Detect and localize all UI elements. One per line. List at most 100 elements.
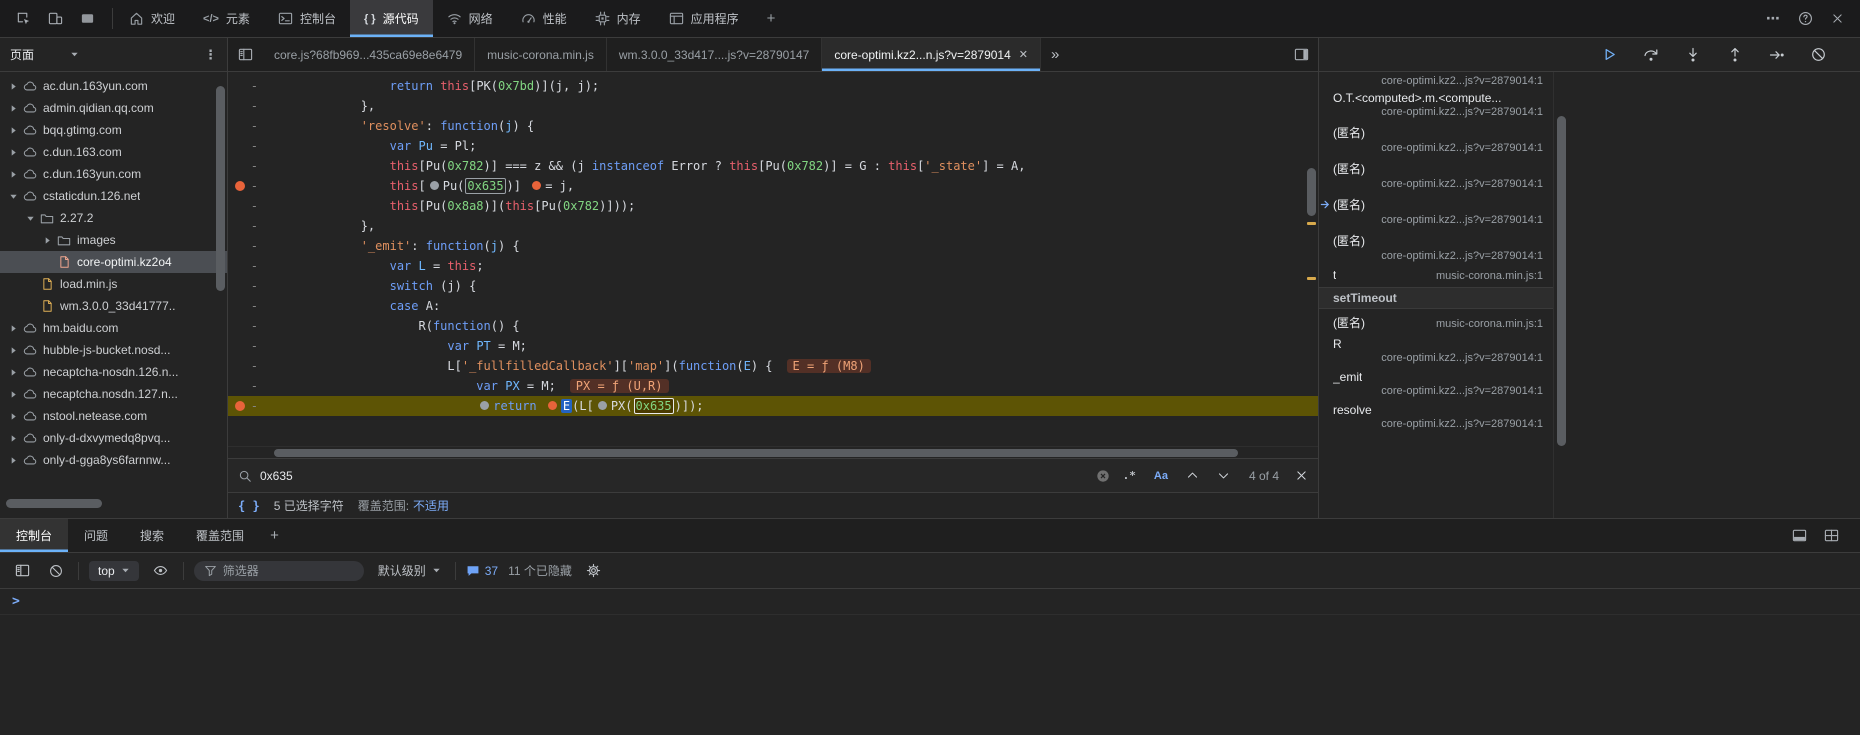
stack-frame[interactable]: O.T.<computed>.m.<compute...core-optimi.…	[1319, 88, 1553, 121]
chevron-right-icon[interactable]	[6, 148, 21, 157]
line-gutter[interactable]: -	[228, 236, 274, 256]
stack-frame[interactable]: (匿名)core-optimi.kz2...js?v=2879014:1	[1319, 157, 1553, 193]
line-gutter[interactable]: -	[228, 316, 274, 336]
editor-horizontal-scrollbar[interactable]	[228, 446, 1318, 458]
code-line[interactable]: - R(function() {	[228, 316, 1318, 336]
devtools-tab-elements[interactable]: </>元素	[189, 0, 264, 37]
tree-item[interactable]: 2.27.2	[0, 207, 227, 229]
javascript-context-selector[interactable]: top	[89, 561, 139, 581]
deactivate-breakpoints-icon[interactable]	[1811, 47, 1826, 62]
devtools-tab-sources[interactable]: { }源代码	[350, 0, 433, 37]
step-into-icon[interactable]	[1685, 47, 1701, 63]
inspect-icon[interactable]	[8, 5, 38, 33]
drawer-tab[interactable]: 问题	[68, 519, 124, 552]
tab-overflow-icon[interactable]: »	[1041, 38, 1069, 71]
tree-item[interactable]: only-d-dxvymedq8pvq...	[0, 427, 227, 449]
devtools-tab-memory[interactable]: 内存	[581, 0, 655, 37]
devtools-tab-network[interactable]: 网络	[433, 0, 507, 37]
code-line[interactable]: - '_emit': function(j) {	[228, 236, 1318, 256]
tree-item[interactable]: bqq.gtimg.com	[0, 119, 227, 141]
chevron-right-icon[interactable]	[6, 390, 21, 399]
tree-item[interactable]: hubble-js-bucket.nosd...	[0, 339, 227, 361]
code-line[interactable]: - },	[228, 96, 1318, 116]
chevron-down-icon[interactable]	[6, 192, 21, 201]
scrollbar-thumb[interactable]	[274, 449, 1238, 457]
step-over-icon[interactable]	[1643, 47, 1659, 63]
code-line[interactable]: - var L = this;	[228, 256, 1318, 276]
more-horizontal-icon[interactable]: ⋯	[1758, 5, 1788, 33]
editor-tab[interactable]: music-corona.min.js	[475, 38, 607, 71]
code-line[interactable]: - var PX = M;PX = ƒ (U,R)	[228, 376, 1318, 396]
stack-frame[interactable]: (匿名)core-optimi.kz2...js?v=2879014:1	[1319, 193, 1553, 229]
live-expression-icon[interactable]	[149, 559, 173, 583]
stack-frame[interactable]: _emitcore-optimi.kz2...js?v=2879014:1	[1319, 367, 1553, 400]
regex-toggle[interactable]: .*	[1118, 467, 1141, 484]
navigator-horizontal-scrollbar[interactable]	[6, 499, 102, 508]
message-count-badge[interactable]: 37	[466, 564, 498, 578]
breakpoint-icon[interactable]	[235, 181, 245, 191]
code-line[interactable]: - var PT = M;	[228, 336, 1318, 356]
clear-console-icon[interactable]	[44, 559, 68, 583]
step-icon[interactable]	[1769, 47, 1785, 63]
pretty-print-icon[interactable]: { }	[238, 499, 260, 513]
tree-item[interactable]: nstool.netease.com	[0, 405, 227, 427]
code-line[interactable]: - case A:	[228, 296, 1318, 316]
next-match-icon[interactable]	[1212, 469, 1235, 482]
drawer-add-tab[interactable]: +	[260, 519, 289, 552]
stack-frame[interactable]: resolvecore-optimi.kz2...js?v=2879014:1	[1319, 400, 1553, 433]
match-case-toggle[interactable]: Aa	[1149, 468, 1173, 484]
devtools-tab-application[interactable]: 应用程序	[655, 0, 753, 37]
tree-item[interactable]: necaptcha-nosdn.126.n...	[0, 361, 227, 383]
chevron-right-icon[interactable]	[6, 170, 21, 179]
debugger-sidebar-toggle-icon[interactable]	[1284, 38, 1318, 71]
tree-item[interactable]: admin.qidian.qq.com	[0, 97, 227, 119]
drawer-tab[interactable]: 覆盖范围	[180, 519, 260, 552]
chevron-down-icon[interactable]	[23, 214, 38, 223]
log-level-dropdown[interactable]: 默认级别	[374, 562, 445, 579]
chevron-right-icon[interactable]	[6, 456, 21, 465]
line-gutter[interactable]: -	[228, 156, 274, 176]
close-icon[interactable]	[1822, 5, 1852, 33]
line-gutter[interactable]: -	[228, 376, 274, 396]
console-filter-input[interactable]	[223, 564, 333, 578]
callstack-scrollbar[interactable]	[1557, 116, 1566, 446]
chevron-right-icon[interactable]	[6, 434, 21, 443]
chevron-right-icon[interactable]	[6, 346, 21, 355]
help-icon[interactable]	[1790, 5, 1820, 33]
drawer-tab[interactable]: 控制台	[0, 519, 68, 552]
more-tabs-button[interactable]: +	[753, 0, 790, 37]
step-out-icon[interactable]	[1727, 47, 1743, 63]
search-input[interactable]	[260, 469, 1088, 483]
line-gutter[interactable]: -	[228, 136, 274, 156]
tree-item[interactable]: images	[0, 229, 227, 251]
chevron-right-icon[interactable]	[40, 236, 55, 245]
chevron-right-icon[interactable]	[6, 324, 21, 333]
resume-icon[interactable]	[1602, 47, 1617, 62]
inline-breakpoint-icon[interactable]	[532, 181, 541, 190]
clear-search-icon[interactable]	[1096, 469, 1110, 483]
line-gutter[interactable]: -	[228, 116, 274, 136]
previous-match-icon[interactable]	[1181, 469, 1204, 482]
code-line[interactable]: - var Pu = Pl;	[228, 136, 1318, 156]
line-gutter[interactable]: -	[228, 356, 274, 376]
breakpoint-icon[interactable]	[235, 401, 245, 411]
line-gutter[interactable]: -	[228, 276, 274, 296]
coverage-status[interactable]: 覆盖范围: 不适用	[358, 497, 449, 514]
navigator-pages-tab[interactable]: 页面	[10, 46, 34, 63]
tree-item[interactable]: wm.3.0.0_33d41777..	[0, 295, 227, 317]
stack-frame[interactable]: (匿名)music-corona.min.js:1	[1319, 311, 1553, 334]
line-gutter[interactable]: -	[228, 396, 274, 416]
panel-grid-icon[interactable]	[1816, 522, 1846, 550]
line-gutter[interactable]: -	[228, 176, 274, 196]
line-gutter[interactable]: -	[228, 336, 274, 356]
chevron-right-icon[interactable]	[6, 368, 21, 377]
console-prompt[interactable]: >	[0, 589, 1860, 615]
stack-frame[interactable]: (匿名)core-optimi.kz2...js?v=2879014:1	[1319, 121, 1553, 157]
chevron-right-icon[interactable]	[6, 82, 21, 91]
stack-frame[interactable]: Rcore-optimi.kz2...js?v=2879014:1	[1319, 334, 1553, 367]
inline-breakpoint-candidate-icon[interactable]	[480, 401, 489, 410]
drawer-tab[interactable]: 搜索	[124, 519, 180, 552]
tree-item[interactable]: ac.dun.163yun.com	[0, 75, 227, 97]
tree-item[interactable]: core-optimi.kz2o4	[0, 251, 227, 273]
tree-item[interactable]: c.dun.163.com	[0, 141, 227, 163]
